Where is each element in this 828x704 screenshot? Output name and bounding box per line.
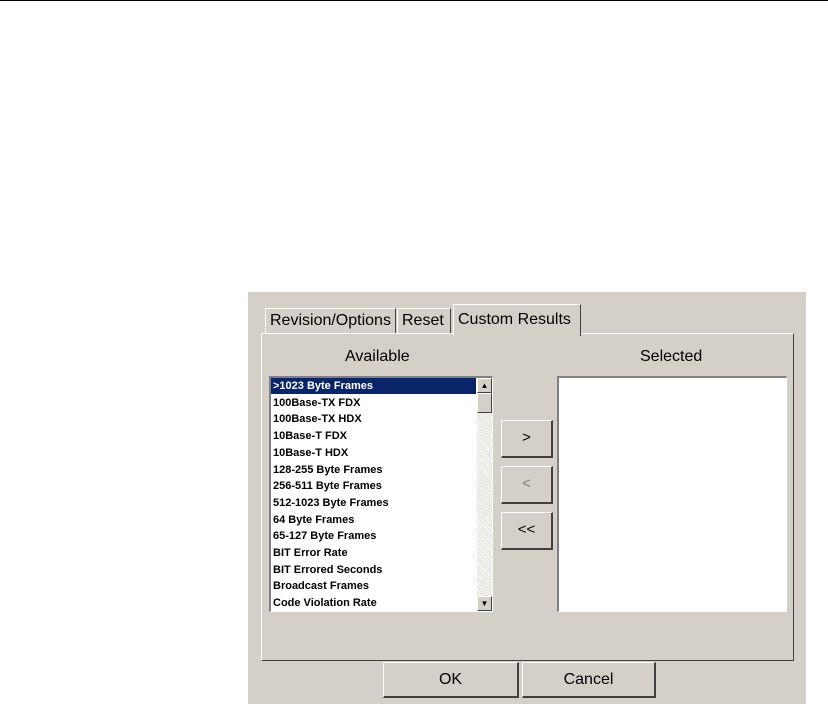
tab-reset[interactable]: Reset (397, 308, 451, 334)
selected-listbox[interactable] (557, 376, 787, 612)
list-item[interactable]: 128-255 Byte Frames (271, 462, 476, 478)
tab-custom-results[interactable]: Custom Results (453, 304, 581, 336)
list-item[interactable]: Broadcast Frames (271, 578, 476, 594)
available-scrollbar[interactable]: ▲ ▼ (477, 378, 492, 611)
list-item[interactable]: >1023 Byte Frames (271, 378, 476, 394)
available-listbox[interactable]: >1023 Byte Frames 100Base-TX FDX 100Base-T… (269, 376, 493, 612)
list-item[interactable]: 64 Byte Frames (271, 512, 476, 528)
scroll-down-arrow-icon[interactable]: ▼ (477, 596, 492, 611)
remove-all-button[interactable]: << (501, 512, 553, 550)
list-item[interactable]: BIT Error Rate (271, 545, 476, 561)
add-button[interactable]: > (501, 420, 553, 458)
ok-button[interactable]: OK (383, 662, 519, 698)
list-item[interactable]: 10Base-T HDX (271, 445, 476, 461)
tab-revision-options[interactable]: Revision/Options (265, 308, 396, 334)
available-label: Available (345, 348, 410, 365)
scrollbar-thumb[interactable] (477, 393, 492, 413)
scroll-up-arrow-icon[interactable]: ▲ (477, 378, 492, 393)
list-item[interactable]: 100Base-TX HDX (271, 411, 476, 427)
selected-label: Selected (640, 348, 703, 365)
list-item[interactable]: 65-127 Byte Frames (271, 528, 476, 544)
remove-button[interactable]: < (501, 466, 553, 504)
list-item[interactable]: BIT Errored Seconds (271, 562, 476, 578)
list-item[interactable]: 512-1023 Byte Frames (271, 495, 476, 511)
page-top-rule (0, 0, 828, 1)
list-item[interactable]: 100Base-TX FDX (271, 395, 476, 411)
list-item[interactable]: Code Violation Rate (271, 595, 476, 611)
list-item[interactable]: 256-511 Byte Frames (271, 478, 476, 494)
cancel-button[interactable]: Cancel (522, 662, 656, 698)
custom-results-dialog: Revision/Options Reset Custom Results Av… (248, 292, 806, 704)
list-item[interactable]: 10Base-T FDX (271, 428, 476, 444)
